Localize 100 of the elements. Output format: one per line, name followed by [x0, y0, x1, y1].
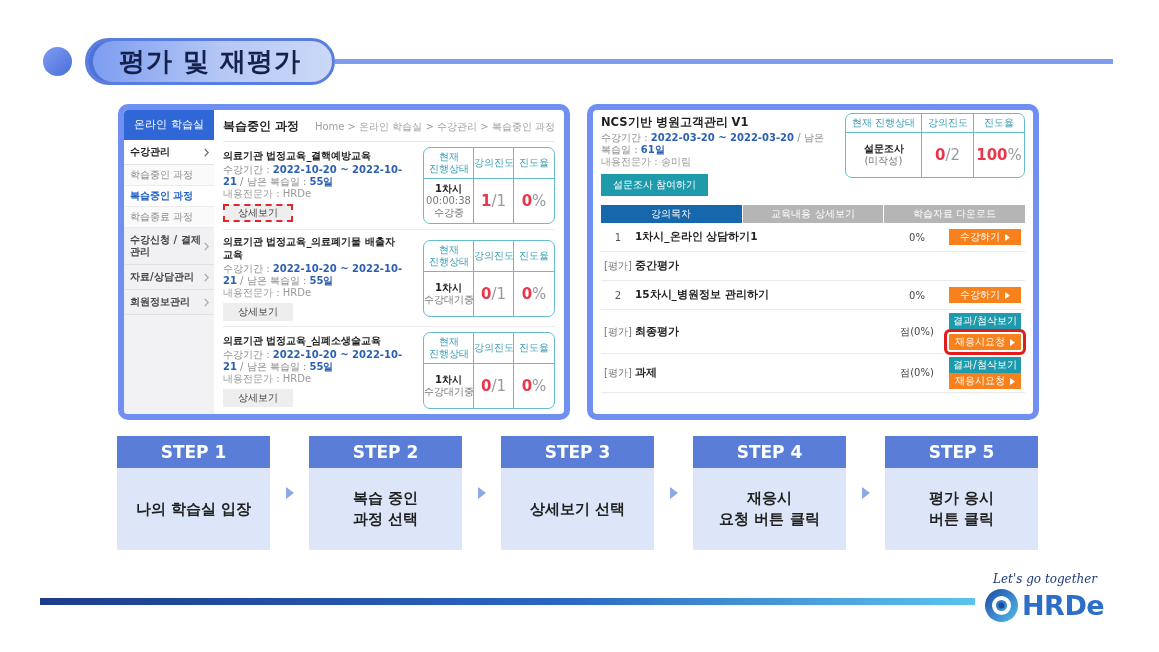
- sidebar-title: 온라인 학습실: [124, 110, 214, 140]
- score-text: 점(0%): [899, 366, 935, 380]
- progress-value: 0/2: [934, 146, 960, 164]
- table-header-cell: 강의진도: [474, 333, 514, 364]
- rate-value: 0%: [521, 192, 547, 210]
- score-text: 0%: [908, 289, 926, 301]
- chevron-right-icon: [204, 241, 209, 251]
- table-header-cell: 진도율: [974, 114, 1024, 133]
- score-text: 점(0%): [899, 324, 935, 339]
- course-title: NCS기반 병원고객관리 V1: [601, 115, 750, 129]
- action-button[interactable]: 재응시요청: [944, 329, 1026, 355]
- action-button[interactable]: 재응시요청: [949, 373, 1021, 389]
- detail-button[interactable]: 상세보기: [223, 204, 293, 222]
- chevron-right-icon: [204, 297, 209, 307]
- triangle-right-icon: [669, 487, 678, 499]
- status-text: (미작성): [864, 155, 903, 167]
- table-header-cell: 현재 진행상태: [424, 333, 474, 364]
- section-title: 평가 및 재평가: [85, 38, 335, 85]
- survey-button[interactable]: 설문조사 참여하기: [601, 174, 709, 196]
- progress-value: 0/1: [480, 284, 506, 303]
- lesson-title: 최종평가: [635, 324, 680, 339]
- sidebar-subitem[interactable]: 학습중인 과정: [124, 165, 214, 186]
- table-header-cell: 강의진도: [922, 114, 974, 133]
- table-header-cell: 진도율: [514, 240, 554, 272]
- expert-text: 내용전문가 : 송미림: [601, 156, 692, 168]
- table-header-cell: 강의진도: [474, 240, 514, 272]
- course-period-text: 수강기간 : 2022-10-20 ~ 2022-10-21 / 남은 복습일 : 55일: [223, 263, 404, 287]
- progress-value: 1/1: [480, 192, 506, 210]
- sidebar-item[interactable]: 수강관리: [124, 140, 214, 165]
- table-header-cell: 진도율: [514, 148, 554, 179]
- step-description: 나의 학습실 입장: [117, 468, 270, 550]
- ring-logo-icon: [985, 589, 1018, 622]
- course-period-text: 수강기간 : 2022-10-20 ~ 2022-10-21 / 남은 복습일 : 55일: [223, 349, 404, 373]
- table-header-cell: 강의진도: [474, 148, 514, 179]
- step-label: STEP 3: [501, 436, 654, 468]
- course-title: 의료기관 법정교육_심폐소생술교육: [223, 334, 383, 347]
- lesson-number: 2: [613, 289, 623, 301]
- triangle-right-icon: [477, 487, 486, 499]
- lesson-title: 과제: [635, 366, 658, 380]
- evaluation-tag: [평가]: [601, 259, 635, 273]
- triangle-right-icon: [285, 487, 294, 499]
- step-description: 복습 중인 과정 선택: [309, 468, 462, 550]
- rate-value: 100%: [976, 146, 1022, 164]
- triangle-right-icon: [1005, 291, 1010, 299]
- brand-name: HRDe: [1022, 589, 1105, 622]
- tab[interactable]: 학습자료 다운로드: [884, 205, 1025, 223]
- status-text: 수강대기중: [424, 386, 474, 398]
- action-button[interactable]: 수강하기: [949, 287, 1021, 303]
- triangle-right-icon: [1010, 377, 1015, 385]
- status-text: 수강대기중: [424, 293, 474, 306]
- page-title: 복습중인 과정: [223, 118, 300, 135]
- step-description: 상세보기 선택: [501, 468, 654, 550]
- sidebar-subitem[interactable]: 학습종료 과정: [124, 207, 214, 228]
- course-title: 의료기관 법정교육_결핵예방교육: [223, 149, 373, 162]
- result-view-button[interactable]: 결과/첨삭보기: [949, 313, 1021, 329]
- sidebar-subitem[interactable]: 복습중인 과정: [124, 186, 214, 207]
- course-title: 의료기관 법정교육_의료폐기물 배출자 교육: [223, 235, 396, 261]
- detail-button[interactable]: 상세보기: [223, 389, 293, 407]
- tab[interactable]: 강의목차: [601, 205, 742, 223]
- breadcrumb: Home > 온라인 학습실 > 수강관리 > 복습중인 과정: [314, 119, 555, 134]
- status-text: 수강중: [433, 207, 464, 219]
- status-text: 1차시: [435, 374, 462, 386]
- step-label: STEP 1: [117, 436, 270, 468]
- tab[interactable]: 교육내용 상세보기: [742, 205, 884, 223]
- lesson-title: 중간평가: [635, 259, 680, 273]
- triangle-right-icon: [1010, 338, 1015, 346]
- step-label: STEP 2: [309, 436, 462, 468]
- triangle-right-icon: [1005, 233, 1010, 241]
- course-period-text: 수강기간 : 2022-03-20 ~ 2022-03-20 / 남은 복습일 : 61일: [601, 132, 825, 156]
- slogan-text: Let's go together: [993, 572, 1098, 586]
- expert-text: 내용전문가 : HRDe: [223, 373, 313, 385]
- expert-text: 내용전문가 : HRDe: [223, 188, 313, 200]
- progress-value: 0/1: [480, 377, 506, 395]
- table-header-cell: 현재 진행상태: [424, 240, 474, 272]
- disc-icon: [43, 47, 72, 76]
- lesson-number: 1: [613, 231, 623, 243]
- status-text: 00:00:38: [426, 195, 471, 207]
- score-text: 0%: [908, 231, 926, 243]
- status-text: 설문조사: [863, 143, 904, 155]
- chevron-right-icon: [204, 147, 209, 157]
- table-header-cell: 현재 진행상태: [424, 148, 474, 179]
- rate-value: 0%: [521, 284, 547, 303]
- detail-button[interactable]: 상세보기: [223, 303, 293, 321]
- status-text: 1차시: [435, 183, 462, 195]
- action-button[interactable]: 수강하기: [949, 229, 1021, 245]
- course-period-text: 수강기간 : 2022-10-20 ~ 2022-10-21 / 남은 복습일 : 55일: [223, 164, 404, 188]
- result-view-button[interactable]: 결과/첨삭보기: [949, 357, 1021, 373]
- step-label: STEP 5: [885, 436, 1038, 468]
- table-header-cell: 진도율: [514, 333, 554, 364]
- evaluation-tag: [평가]: [601, 324, 635, 339]
- evaluation-tag: [평가]: [601, 366, 635, 380]
- step-label: STEP 4: [693, 436, 846, 468]
- lesson-title: 15차시_병원정보 관리하기: [635, 288, 770, 302]
- status-text: 1차시: [435, 281, 462, 294]
- lesson-title: 1차시_온라인 상담하기1: [635, 230, 759, 244]
- expert-text: 내용전문가 : HRDe: [223, 287, 313, 299]
- triangle-right-icon: [861, 487, 870, 499]
- step-description: 평가 응시 버튼 클릭: [885, 468, 1038, 550]
- table-header-cell: 현재 진행상태: [846, 114, 922, 133]
- step-description: 재응시 요청 버튼 클릭: [693, 468, 846, 550]
